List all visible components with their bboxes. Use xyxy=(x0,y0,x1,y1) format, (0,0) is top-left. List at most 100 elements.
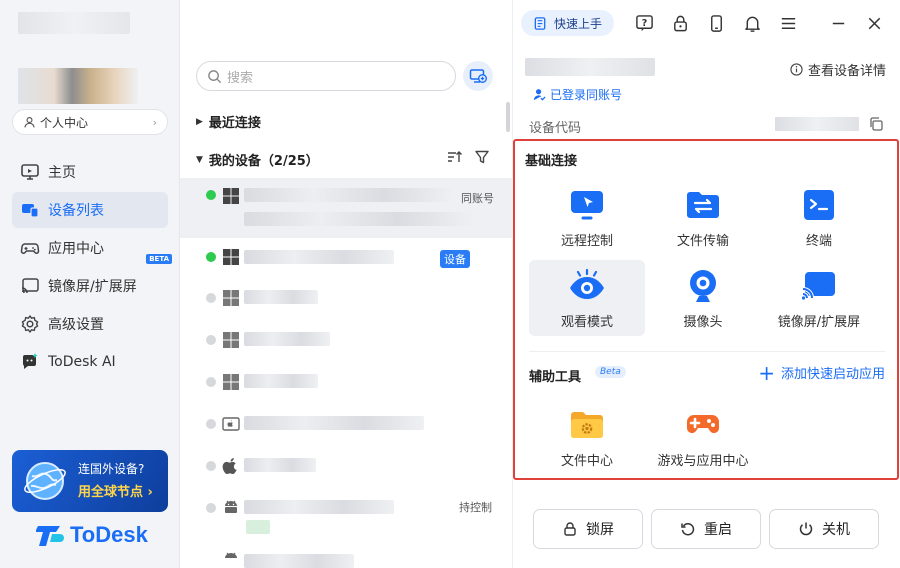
guide-book-icon xyxy=(534,16,546,30)
caret-down-icon: ▼ xyxy=(196,154,203,165)
shutdown-button[interactable]: 关机 xyxy=(769,509,879,549)
sidebar-item-home[interactable]: 主页 xyxy=(12,154,168,190)
file-center-button[interactable]: 文件中心 xyxy=(529,399,645,475)
sidebar-item-label: 主页 xyxy=(48,165,76,181)
sidebar-item-mirror-screen[interactable]: 镜像屏/扩展屏 xyxy=(12,268,168,304)
device-list-icon xyxy=(22,204,39,218)
device-code-label: 设备代码 xyxy=(529,121,582,136)
view-mode-button[interactable]: 观看模式 xyxy=(529,260,645,336)
close-button[interactable] xyxy=(856,0,892,46)
lock-icon xyxy=(564,522,576,536)
lock-icon xyxy=(673,15,687,31)
minimize-icon xyxy=(832,22,844,24)
sort-icon[interactable] xyxy=(446,149,462,165)
lock-client-button[interactable] xyxy=(662,0,698,46)
device-row[interactable] xyxy=(180,364,513,406)
device-row[interactable] xyxy=(180,322,513,364)
device-tag: 持控制 xyxy=(459,501,492,514)
device-row[interactable] xyxy=(180,406,513,448)
device-name-blur xyxy=(244,554,354,568)
recent-connections-toggle[interactable]: ▶ 最近连接 xyxy=(196,112,261,131)
terminal-icon xyxy=(804,190,834,220)
sidebar-item-advanced-settings[interactable]: 高级设置 xyxy=(12,306,168,342)
view-device-details-link[interactable]: 查看设备详情 xyxy=(790,60,886,79)
basic-connection-title: 基础连接 xyxy=(525,154,578,169)
windows-icon xyxy=(223,188,239,204)
offline-status-dot xyxy=(206,503,216,513)
sidebar-item-label: 镜像屏/扩展屏 xyxy=(48,279,137,295)
camera-button[interactable]: 摄像头 xyxy=(645,260,761,336)
device-name-blur xyxy=(244,290,318,304)
brand-name: ToDesk xyxy=(70,522,148,547)
tile-label: 文件中心 xyxy=(560,454,613,469)
remote-control-button[interactable]: 远程控制 xyxy=(529,179,645,255)
search-placeholder: 搜索 xyxy=(227,70,254,86)
search-input[interactable]: 搜索 xyxy=(196,61,456,91)
online-status-dot xyxy=(206,190,216,200)
power-icon xyxy=(799,522,813,536)
file-transfer-icon xyxy=(687,192,719,218)
auxiliary-tools-title: 辅助工具 xyxy=(529,370,582,385)
caret-right-icon: ▶ xyxy=(196,116,203,127)
sidebar-item-label: ToDesk AI xyxy=(48,354,116,370)
device-tag: 设备 xyxy=(440,250,470,268)
global-node-promo[interactable]: 连国外设备? 用全球节点 › xyxy=(12,450,168,512)
android-icon xyxy=(225,552,237,558)
quick-start-button[interactable]: 快速上手 xyxy=(520,10,614,36)
filter-icon[interactable] xyxy=(474,149,490,165)
sidebar-item-device-list[interactable]: 设备列表 xyxy=(12,192,168,228)
add-quick-launch-app-link[interactable]: + 添加快速启动应用 xyxy=(758,363,885,383)
apple-icon xyxy=(222,458,237,474)
sidebar-item-label: 高级设置 xyxy=(48,317,104,333)
device-row[interactable]: 设备 xyxy=(180,238,513,280)
device-row[interactable] xyxy=(180,448,513,490)
section-divider xyxy=(529,351,885,352)
same-account-status: 已登录同账号 xyxy=(533,86,622,103)
cast-icon xyxy=(801,272,835,300)
tile-label: 游戏与应用中心 xyxy=(657,454,749,469)
game-app-center-button[interactable]: 游戏与应用中心 xyxy=(645,399,761,475)
lock-screen-button[interactable]: 锁屏 xyxy=(533,509,643,549)
device-name-blur xyxy=(244,458,316,472)
windows-icon xyxy=(223,249,239,265)
file-transfer-button[interactable]: 文件传输 xyxy=(645,179,761,255)
info-icon xyxy=(790,63,803,76)
add-quick-launch-label: 添加快速启动应用 xyxy=(780,367,885,382)
offline-status-dot xyxy=(206,335,216,345)
terminal-button[interactable]: 终端 xyxy=(761,179,877,255)
device-row[interactable] xyxy=(180,280,513,322)
tile-label: 远程控制 xyxy=(560,234,613,249)
my-devices-toggle[interactable]: ▼ 我的设备（2/25） xyxy=(196,150,319,169)
device-name-blur xyxy=(244,500,394,514)
list-tools xyxy=(446,149,490,165)
windows-icon xyxy=(223,290,239,306)
scrollbar-thumb[interactable] xyxy=(506,102,510,132)
sidebar-item-todesk-ai[interactable]: ToDesk AI xyxy=(12,344,168,380)
avatar[interactable] xyxy=(18,68,138,104)
sidebar-item-app-center[interactable]: 应用中心 BETA xyxy=(12,230,172,266)
sidebar-nav: 主页 设备列表 应用中心 BETA 镜像屏/扩展屏 高级设置 ToDesk AI xyxy=(12,154,172,382)
add-device-button[interactable] xyxy=(463,61,493,91)
tile-label: 观看模式 xyxy=(560,315,613,330)
device-row[interactable]: 持控制 xyxy=(180,490,513,534)
mobile-button[interactable] xyxy=(698,0,734,46)
personal-center-label: 个人中心 xyxy=(40,115,89,130)
device-row[interactable] xyxy=(180,544,513,568)
notifications-button[interactable] xyxy=(734,0,770,46)
gear-icon xyxy=(21,315,39,333)
device-row[interactable]: 同账号 xyxy=(180,178,513,238)
minimize-button[interactable] xyxy=(820,0,856,46)
svg-text:?: ? xyxy=(641,17,647,28)
help-button[interactable]: ? xyxy=(626,0,662,46)
personal-center-button[interactable]: 个人中心 › xyxy=(12,109,168,135)
device-name-blur xyxy=(525,58,655,76)
device-code-value-blur xyxy=(775,117,859,131)
tile-label: 镜像屏/扩展屏 xyxy=(777,315,861,330)
copy-icon[interactable] xyxy=(868,116,884,132)
restart-button[interactable]: 重启 xyxy=(651,509,761,549)
menu-button[interactable] xyxy=(770,0,806,46)
user-icon xyxy=(24,116,35,127)
mirror-extend-screen-button[interactable]: 镜像屏/扩展屏 xyxy=(761,260,877,336)
my-devices-label: 我的设备（2/25） xyxy=(208,154,319,169)
username-blur xyxy=(18,12,130,34)
